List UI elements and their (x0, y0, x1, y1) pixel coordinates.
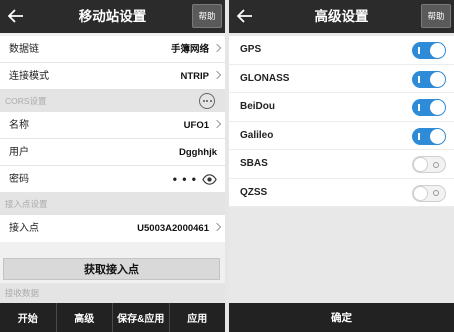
bottom-action-bar: 开始 高级 保存&应用 应用 (0, 303, 225, 332)
cors-password-label: 密码 (9, 174, 29, 185)
apply-button[interactable]: 应用 (170, 303, 226, 332)
connection-mode-label: 连接模式 (9, 71, 49, 82)
qzss-toggle[interactable] (412, 184, 446, 202)
get-mountpoint-button[interactable]: 获取接入点 (3, 258, 220, 280)
cors-user-value: Dgghhjk (179, 147, 217, 158)
galileo-row: Galileo (229, 121, 454, 150)
help-button[interactable]: 帮助 (192, 4, 222, 28)
mountpoint-section-header: 接入点设置 (0, 193, 225, 215)
back-button[interactable] (234, 4, 256, 28)
cors-section-label: CORS设置 (5, 96, 47, 106)
cors-user-row[interactable]: 用户 Dgghhjk (0, 139, 225, 166)
beidou-toggle[interactable] (412, 99, 446, 116)
advanced-settings-screen: 高级设置 帮助 GPS GLONASS BeiDou Galileo SBAS … (229, 0, 454, 332)
arrow-left-icon (237, 9, 252, 23)
start-button[interactable]: 开始 (0, 303, 57, 332)
gps-toggle[interactable] (412, 42, 446, 59)
cors-section-header: CORS设置 (0, 90, 225, 112)
sbas-toggle[interactable] (412, 156, 446, 173)
mountpoint-section-label: 接入点设置 (5, 199, 48, 209)
more-options-icon[interactable] (199, 93, 215, 109)
eye-icon[interactable] (202, 172, 217, 187)
receive-data-section-label: 接收数据 (5, 288, 40, 298)
qzss-label: QZSS (240, 186, 268, 198)
datalink-label: 数据链 (9, 44, 39, 55)
glonass-label: GLONASS (240, 72, 290, 84)
cors-password-row[interactable]: 密码 • • • (0, 166, 225, 193)
connection-mode-value: NTRIP (180, 71, 210, 82)
password-value: • • • (172, 172, 197, 186)
connection-mode-row[interactable]: 连接模式 NTRIP (0, 63, 225, 90)
beidou-label: BeiDou (240, 101, 275, 112)
mountpoint-label: 接入点 (9, 223, 39, 234)
chevron-right-icon (212, 70, 222, 80)
beidou-row: BeiDou (229, 93, 454, 122)
chevron-right-icon (212, 43, 222, 53)
gps-label: GPS (240, 44, 262, 55)
glonass-row: GLONASS (229, 64, 454, 93)
back-button[interactable] (5, 4, 27, 28)
help-button[interactable]: 帮助 (421, 4, 451, 28)
confirm-button[interactable]: 确定 (229, 303, 454, 332)
top-bar: 移动站设置 帮助 (0, 0, 225, 33)
top-bar: 高级设置 帮助 (229, 0, 454, 33)
cors-name-value: UFO1 (183, 120, 209, 131)
datalink-row[interactable]: 数据链 手簿网络 (0, 36, 225, 63)
receive-data-section-header: 接收数据 (0, 283, 225, 303)
cors-name-label: 名称 (9, 120, 29, 131)
chevron-right-icon (212, 222, 222, 232)
mountpoint-row[interactable]: 接入点 U5003A2000461 (0, 215, 225, 242)
mountpoint-value: U5003A2000461 (137, 223, 209, 234)
galileo-label: Galileo (240, 129, 274, 141)
cors-name-row[interactable]: 名称 UFO1 (0, 112, 225, 139)
rover-settings-screen: 移动站设置 帮助 数据链 手簿网络 连接模式 NTRIP CORS设置 名称 U… (0, 0, 225, 332)
datalink-value: 手簿网络 (170, 44, 209, 55)
chevron-right-icon (212, 119, 222, 129)
sbas-row: SBAS (229, 150, 454, 179)
arrow-left-icon (8, 9, 23, 23)
save-apply-button[interactable]: 保存&应用 (113, 303, 170, 332)
advanced-button[interactable]: 高级 (57, 303, 113, 332)
qzss-row: QZSS (229, 178, 454, 207)
sbas-label: SBAS (240, 158, 268, 169)
glonass-toggle[interactable] (412, 70, 446, 88)
cors-user-label: 用户 (9, 147, 29, 158)
gps-row: GPS (229, 36, 454, 65)
galileo-toggle[interactable] (412, 127, 446, 145)
